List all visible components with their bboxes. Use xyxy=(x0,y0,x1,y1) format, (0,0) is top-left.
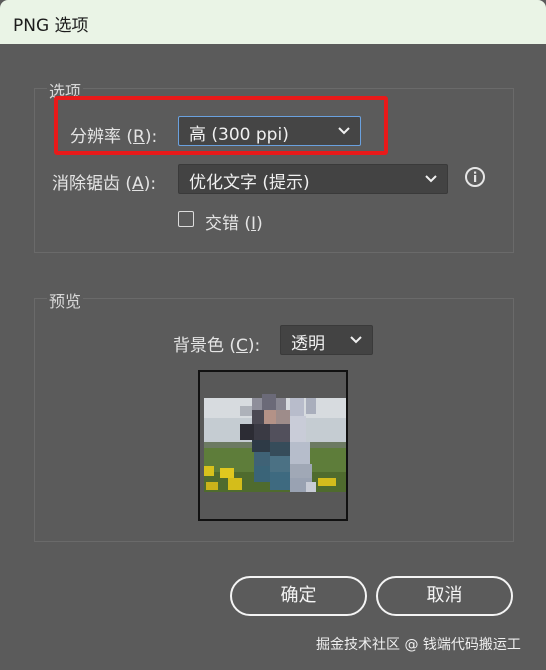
background-mnemonic: C xyxy=(236,336,248,356)
background-select[interactable]: 透明 xyxy=(280,325,373,355)
info-icon[interactable] xyxy=(464,166,486,188)
antialias-mnemonic: A xyxy=(132,174,144,194)
title-bar: PNG 选项 xyxy=(0,0,546,44)
resolution-highlight-box xyxy=(54,96,388,155)
cancel-button[interactable]: 取消 xyxy=(376,576,513,616)
window-title: PNG 选项 xyxy=(13,16,89,36)
preview-thumbnail xyxy=(198,370,348,521)
interlace-checkbox[interactable] xyxy=(178,211,194,227)
chevron-down-icon xyxy=(425,175,437,183)
interlace-label[interactable]: 交错 (I) xyxy=(205,209,263,234)
ok-button[interactable]: 确定 xyxy=(230,576,367,616)
background-value: 透明 xyxy=(291,334,325,354)
preview-image xyxy=(204,394,346,492)
antialias-value: 优化文字 (提示) xyxy=(189,173,310,193)
preview-group-title: 预览 xyxy=(47,288,84,312)
antialias-select[interactable]: 优化文字 (提示) xyxy=(178,164,448,194)
background-label: 背景色 (C): xyxy=(173,336,261,356)
watermark: 掘金技术社区 @ 钱端代码搬运工 xyxy=(316,637,521,653)
antialias-label: 消除锯齿 (A): xyxy=(52,174,157,194)
chevron-down-icon xyxy=(350,336,362,344)
